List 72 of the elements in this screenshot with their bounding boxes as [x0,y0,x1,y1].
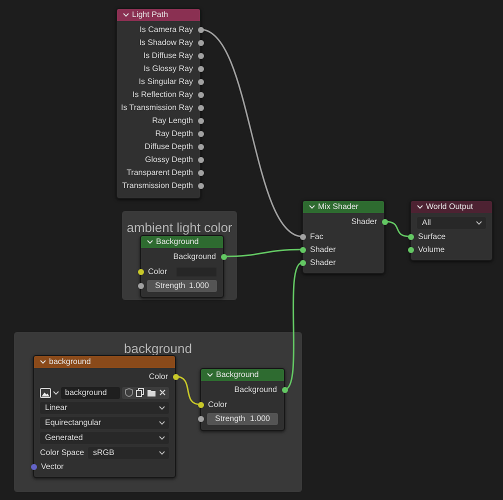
node-title: Background [156,237,199,247]
chevron-icon [207,373,213,377]
node-header[interactable]: Background [141,236,223,248]
socket-label: Color [148,266,168,276]
node-header[interactable]: background [34,356,175,368]
chevron-icon [147,240,153,244]
chevron-icon [123,13,129,17]
shield-icon [125,388,133,397]
dropdown[interactable]: sRGB [88,446,169,458]
chevron-icon [159,406,165,410]
chevron-icon [159,436,165,440]
node-header[interactable]: Light Path [117,9,200,21]
chevron-icon [159,450,165,454]
close-icon [159,389,166,396]
node-card[interactable]: Mix Shader Shader Fac Shader Shader [302,200,385,274]
folder-icon [147,388,156,396]
chevron-icon [476,220,482,224]
socket-label: Is Diffuse Ray [143,50,193,60]
socket-label: Volume [418,244,446,254]
dropdown[interactable]: Equirectangular [40,416,169,428]
dropdown[interactable]: Generated [40,432,169,444]
chevron-icon [40,360,46,364]
socket-label: Shader [310,244,337,254]
socket-label: Color [148,372,168,382]
socket-label: Is Glossy Ray [144,64,193,74]
node-title: background [49,357,91,367]
node-title: Background [216,370,259,380]
field-label: Color Space [40,448,84,458]
socket-label: Is Transmission Ray [120,102,193,112]
node-card[interactable]: Background Background Color Strength 1.000 [200,368,285,431]
image-icon [40,388,51,398]
chevron-icon [309,205,315,209]
socket-label: Is Shadow Ray [139,38,193,48]
node-header[interactable]: Mix Shader [303,201,384,213]
socket-label: Is Reflection Ray [132,90,193,100]
node-header[interactable]: Background [201,369,284,381]
node-card[interactable]: World Output All Surface Volume [410,200,493,261]
name-field[interactable]: background [61,386,120,398]
socket-label: Background [234,384,277,394]
socket-label: Surface [418,232,447,242]
socket-label: Background [173,252,216,262]
node-title: World Output [426,202,473,212]
socket-label: Diffuse Depth [144,142,193,152]
node-card[interactable]: background Color background Linear Equirectangular Generated Color Space sRGB Vector [33,355,176,478]
image-toolbar[interactable] [122,386,169,398]
frame-title: background [124,342,192,356]
node-title: Light Path [132,10,168,20]
value-field[interactable]: Strength 1.000 [147,280,217,292]
socket-label: Ray Length [152,116,193,126]
socket-label: Is Camera Ray [140,24,193,34]
chevron-icon [159,420,165,424]
node-header[interactable]: World Output [411,201,492,213]
socket-label: Color [208,400,228,410]
socket-label: Fac [310,232,324,242]
copy-icon [136,388,144,397]
node-title: Mix Shader [318,202,358,212]
node-card[interactable]: Background Background Color Strength 1.000 [140,235,224,298]
dropdown[interactable]: All [417,216,486,228]
socket-label: Transparent Depth [126,168,193,178]
socket-label: Vector [41,462,65,472]
dropdown[interactable]: Linear [40,402,169,414]
frame-title: ambient light color [126,221,232,235]
socket-label: Shader [351,216,377,226]
socket-label: Ray Depth [155,128,193,138]
socket-label: Glossy Depth [144,154,193,164]
socket-label: Transmission Depth [122,180,193,190]
value-field[interactable]: Strength 1.000 [207,412,278,424]
node-card[interactable] [116,8,201,199]
socket-label: Shader [310,258,337,268]
socket-label: Is Singular Ray [138,76,193,86]
caret-icon [53,390,59,394]
chevron-icon [417,205,423,209]
